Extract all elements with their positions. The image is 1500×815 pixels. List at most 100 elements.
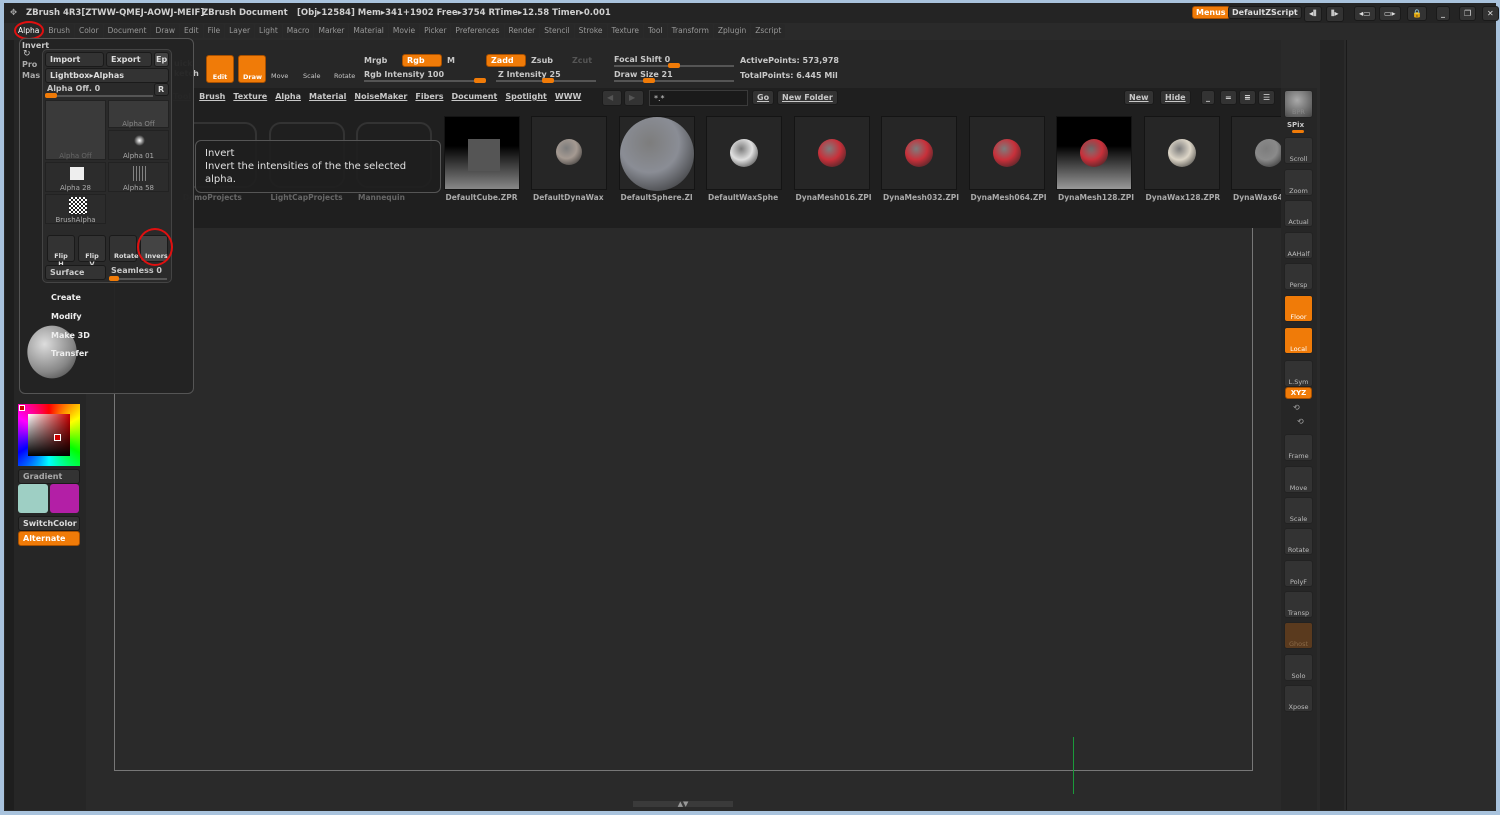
bottom-tray-handle[interactable]: ▲▼ (633, 801, 733, 808)
shelf-scroll-button[interactable]: Scroll (1284, 137, 1313, 164)
color-square[interactable] (28, 414, 70, 456)
modify-menu-item[interactable]: Modify (51, 312, 82, 321)
minimize-button[interactable]: _ (1436, 6, 1450, 21)
shelf-persp-button[interactable]: Persp (1284, 263, 1313, 290)
export-button[interactable]: Export (106, 52, 152, 67)
view-four-rows-icon[interactable]: ☰ (1258, 90, 1276, 105)
lightbox-forward-button[interactable]: ▶ (624, 90, 644, 106)
default-zscript-button[interactable]: DefaultZScript (1228, 6, 1302, 19)
shelf-zoom-button[interactable]: Zoom (1284, 169, 1313, 196)
rotate-button[interactable]: Rotate (334, 72, 355, 80)
alpha-slider[interactable]: Alpha Off. 0 (47, 84, 100, 93)
new-button[interactable]: New (1124, 90, 1154, 105)
lightbox-tab-fibers[interactable]: Fibers (415, 92, 443, 101)
close-button[interactable]: ✕ (1482, 6, 1499, 21)
secondary-color-swatch[interactable] (50, 484, 79, 513)
main-color-swatch[interactable] (18, 484, 48, 513)
view-one-row-icon[interactable]: _ (1201, 90, 1215, 105)
focal-shift-slider[interactable]: Focal Shift 0 (614, 55, 670, 64)
reset-button[interactable]: R (154, 83, 169, 96)
menu-document[interactable]: Document (103, 24, 151, 38)
rgb-button[interactable]: Rgb (402, 54, 442, 67)
lightbox-item[interactable] (881, 116, 957, 190)
menu-tool[interactable]: Tool (644, 24, 667, 38)
menu-light[interactable]: Light (255, 24, 282, 38)
shelf-aahalf-button[interactable]: AAHalf (1284, 232, 1313, 259)
lock-icon[interactable]: 🔒 (1407, 6, 1427, 21)
shelf-xpose-button[interactable]: Xpose (1284, 685, 1313, 712)
menu-picker[interactable]: Picker (420, 24, 451, 38)
shelf-spix-button[interactable]: SPix (1287, 121, 1304, 129)
left-tray-handle[interactable] (5, 40, 14, 810)
zcut-button[interactable]: Zcut (572, 56, 592, 65)
m-button[interactable]: M (447, 56, 455, 65)
right-tray-handle[interactable] (1320, 40, 1344, 810)
alpha-cell-01[interactable]: Alpha 01 (108, 130, 169, 160)
lightbox-tab-www[interactable]: WWW (555, 92, 581, 101)
rotate-y-axis-icon[interactable]: ⟲ (1293, 403, 1300, 412)
rotate-z-axis-icon[interactable]: ⟲ (1297, 417, 1304, 426)
shelf-scale-button[interactable]: Scale (1284, 497, 1313, 524)
view-three-rows-icon[interactable]: ≡ (1239, 90, 1256, 105)
menu-color[interactable]: Color (74, 24, 103, 38)
menu-texture[interactable]: Texture (607, 24, 643, 38)
rgb-intensity-track[interactable] (364, 80, 484, 82)
lightbox-search-input[interactable] (649, 90, 748, 106)
make-3d-menu-item[interactable]: Make 3D (51, 331, 90, 340)
edit-button[interactable]: Edit (206, 55, 234, 83)
lightbox-item[interactable] (793, 116, 870, 190)
projection-master-button[interactable]: Pro Mas (22, 59, 40, 81)
shelf-floor-button[interactable]: Floor (1284, 295, 1313, 322)
hue-cursor[interactable] (19, 405, 25, 411)
lightbox-tab-texture[interactable]: Texture (233, 92, 267, 101)
mrgb-button[interactable]: Mrgb (364, 56, 387, 65)
lightbox-item[interactable] (531, 116, 607, 190)
new-folder-button[interactable]: New Folder (777, 90, 838, 105)
shelf-actual-button[interactable]: Actual (1284, 200, 1313, 227)
focal-shift-knob[interactable] (668, 63, 680, 68)
draw-size-track[interactable] (614, 80, 734, 82)
rgb-intensity-knob[interactable] (474, 78, 486, 83)
shelf-ghost-button[interactable]: Ghost (1284, 622, 1313, 649)
scroll-right-icon[interactable]: ⦀▸ (1326, 6, 1344, 22)
menu-macro[interactable]: Macro (282, 24, 314, 38)
create-menu-item[interactable]: Create (51, 293, 81, 302)
color-cursor[interactable] (54, 434, 61, 441)
alpha-cell-off[interactable]: Alpha Off (108, 100, 169, 128)
document-canvas[interactable] (114, 228, 1253, 771)
hide-button[interactable]: Hide (1160, 90, 1191, 105)
draw-size-knob[interactable] (643, 78, 655, 83)
shelf-move-button[interactable]: Move (1284, 466, 1313, 493)
menu-movie[interactable]: Movie (388, 24, 420, 38)
transfer-menu-item[interactable]: Transfer (51, 349, 88, 358)
lightbox-back-button[interactable]: ◀ (602, 90, 622, 106)
lightbox-item[interactable] (968, 116, 1045, 190)
brush-alpha-cell[interactable]: BrushAlpha (45, 194, 106, 224)
menu-brush[interactable]: Brush (44, 24, 74, 38)
restore-button[interactable]: ❐ (1459, 6, 1477, 21)
lightbox-tab-document[interactable]: Document (451, 92, 497, 101)
lightbox-tab-brush[interactable]: Brush (199, 92, 225, 101)
shelf-transp-button[interactable]: Transp (1284, 591, 1313, 618)
lightbox-tab-spotlight[interactable]: Spotlight (505, 92, 547, 101)
import-button[interactable]: Import (45, 52, 104, 67)
shelf-local-button[interactable]: Local (1284, 327, 1313, 354)
menu-draw[interactable]: Draw (151, 24, 180, 38)
menu-file[interactable]: File (203, 24, 225, 38)
menu-stencil[interactable]: Stencil (540, 24, 574, 38)
menu-zscript[interactable]: Zscript (751, 24, 786, 38)
spix-slider-knob[interactable] (1292, 130, 1304, 133)
lightbox-item[interactable] (618, 116, 695, 191)
shelf-solo-button[interactable]: Solo (1284, 654, 1313, 681)
shelf-rotate-button[interactable]: Rotate (1284, 528, 1313, 555)
shelf-bpr-button[interactable]: BPR (1284, 90, 1313, 118)
move-button[interactable]: Move (271, 72, 288, 80)
surface-button[interactable]: Surface (45, 265, 106, 280)
menu-layer[interactable]: Layer (225, 24, 255, 38)
alternate-button[interactable]: Alternate (18, 531, 80, 546)
shelf-frame-button[interactable]: Frame (1284, 434, 1313, 461)
lightbox-item[interactable] (706, 116, 782, 190)
go-button[interactable]: Go (752, 90, 775, 105)
alpha-slider-knob[interactable] (45, 93, 57, 98)
zadd-button[interactable]: Zadd (486, 54, 526, 67)
